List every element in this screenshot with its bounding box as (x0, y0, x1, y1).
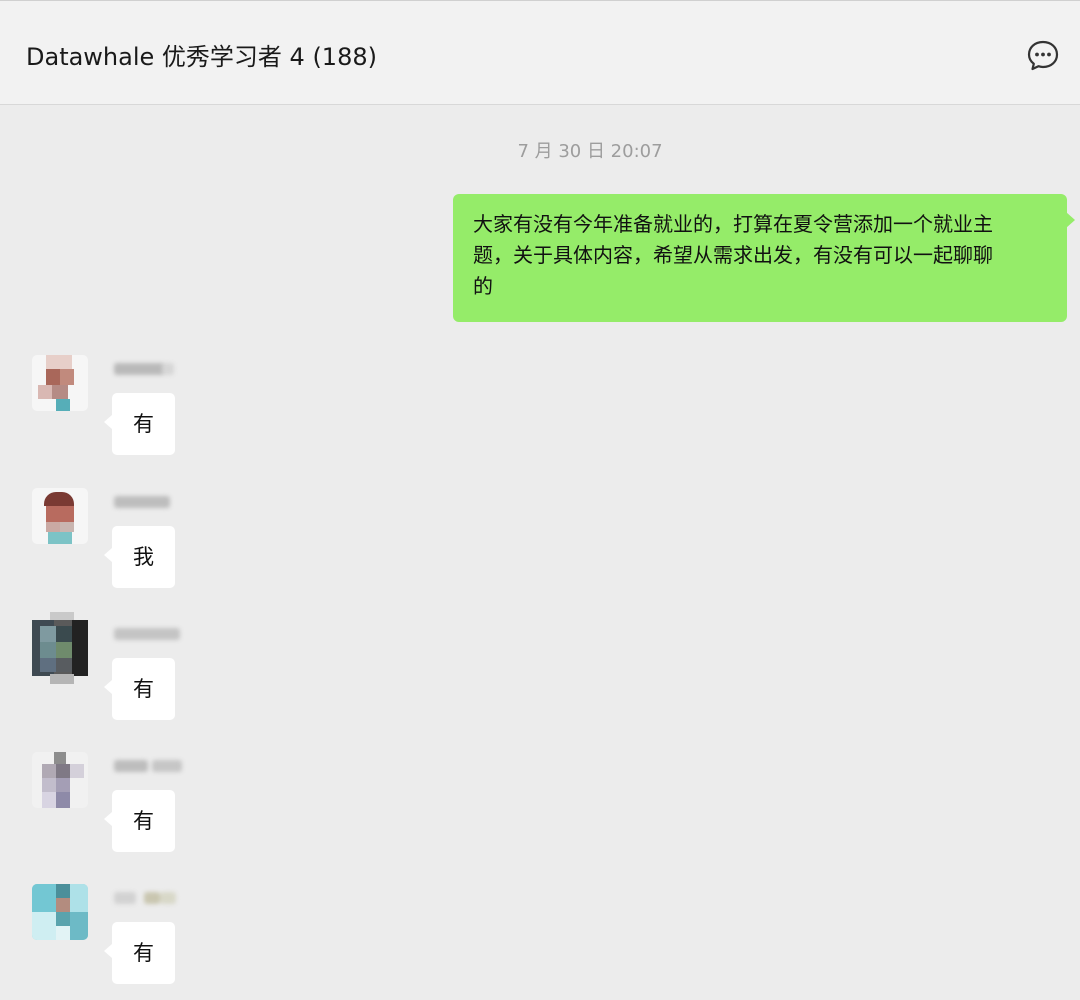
sender-name (114, 357, 176, 381)
outgoing-message-line: 题，关于具体内容，希望从需求出发，有没有可以一起聊聊 (473, 243, 993, 267)
incoming-message-bubble[interactable]: 我 (104, 526, 175, 588)
outgoing-message-line: 的 (473, 274, 493, 298)
incoming-message: 有 (0, 884, 400, 994)
avatar[interactable] (32, 752, 88, 808)
avatar[interactable] (32, 355, 88, 411)
incoming-message-bubble[interactable]: 有 (104, 658, 175, 720)
outgoing-message-bubble[interactable]: 大家有没有今年准备就业的，打算在夏令营添加一个就业主 题，关于具体内容，希望从需… (453, 194, 1075, 322)
more-options-button[interactable] (1026, 39, 1060, 73)
incoming-message: 有 (0, 355, 400, 465)
incoming-message-bubble[interactable]: 有 (104, 922, 175, 984)
incoming-message: 我 (0, 488, 400, 598)
sender-name (114, 490, 176, 514)
incoming-message: 有 (0, 752, 400, 862)
avatar[interactable] (32, 488, 88, 544)
more-options-icon (1027, 40, 1059, 71)
outgoing-message-line: 大家有没有今年准备就业的，打算在夏令营添加一个就业主 (473, 212, 993, 236)
sender-name (114, 622, 180, 646)
message-timestamp: 7 月 30 日 20:07 (517, 141, 663, 162)
incoming-message-bubble[interactable]: 有 (104, 790, 175, 852)
chat-header: Datawhale 优秀学习者 4 (188) (0, 0, 1080, 105)
incoming-message-bubble[interactable]: 有 (104, 393, 175, 455)
avatar[interactable] (32, 612, 88, 684)
sender-name (114, 886, 176, 910)
incoming-message: 有 (0, 612, 400, 730)
avatar[interactable] (32, 884, 88, 940)
chat-title: Datawhale 优秀学习者 4 (188) (26, 43, 377, 71)
sender-name (114, 754, 182, 778)
